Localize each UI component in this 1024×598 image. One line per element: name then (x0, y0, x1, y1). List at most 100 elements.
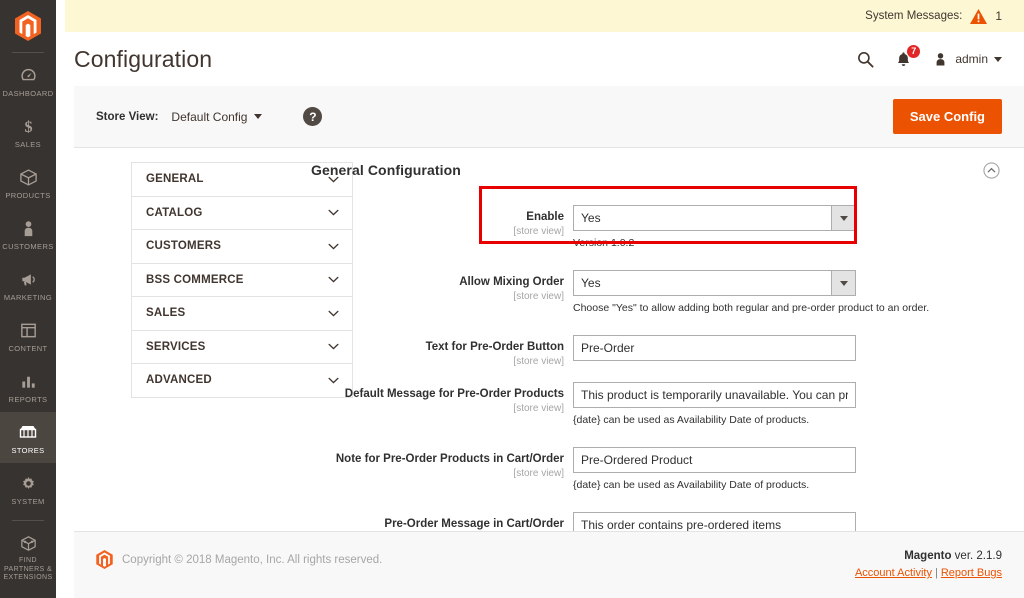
cart-note-hint: {date} can be used as Availability Date … (573, 479, 810, 491)
section-header: General Configuration (311, 162, 1000, 179)
user-menu[interactable]: admin (932, 51, 1002, 68)
field-control-col: Yes Choose "Yes" to allow adding both re… (573, 270, 1000, 315)
field-enable: Enable [store view] Yes Version 1.0.2 (311, 205, 1000, 250)
sidebar-item-find-partners[interactable]: FIND PARTNERS & EXTENSIONS (0, 523, 56, 591)
sidebar-item-customers[interactable]: CUSTOMERS (0, 208, 56, 259)
field-scope: [store view] (513, 356, 564, 367)
save-config-button[interactable]: Save Config (892, 99, 1002, 134)
config-nav-label: BSS COMMERCE (146, 273, 244, 286)
sidebar-item-label: SALES (14, 140, 42, 149)
person-icon (2, 217, 54, 239)
chevron-down-icon (994, 56, 1002, 62)
fields-container: Enable [store view] Yes Version 1.0.2 Al… (311, 186, 1000, 545)
store-view-switcher[interactable]: Default Config (171, 109, 263, 124)
general-configuration-section: General Configuration Enable [store view… (311, 162, 1000, 545)
sidebar-item-marketing[interactable]: MARKETING (0, 259, 56, 310)
chevron-up-circle-icon[interactable] (983, 162, 1000, 179)
field-label: Allow Mixing Order (459, 276, 564, 288)
field-label-col: Enable [store view] (311, 205, 573, 238)
sidebar-item-reports[interactable]: REPORTS (0, 361, 56, 412)
bell-icon[interactable]: 7 (894, 43, 922, 69)
main-area: System Messages: 1 Configuration 7 admin… (56, 0, 1024, 598)
cart-note-input[interactable] (573, 447, 856, 473)
allow-mixing-select-value: Yes (581, 276, 601, 290)
header-actions: 7 admin (856, 43, 1024, 69)
field-default-message: Default Message for Pre-Order Products [… (311, 382, 1000, 427)
allow-mixing-select[interactable]: Yes (573, 270, 856, 296)
field-scope: [store view] (513, 403, 564, 414)
magento-logo-icon (96, 550, 113, 569)
enable-select[interactable]: Yes (573, 205, 856, 231)
config-nav-label: CATALOG (146, 206, 203, 219)
field-label-col: Text for Pre-Order Button [store view] (311, 335, 573, 368)
box-icon (2, 166, 54, 188)
system-messages-bar[interactable]: System Messages: 1 (65, 0, 1024, 32)
report-bugs-link[interactable]: Report Bugs (941, 567, 1002, 579)
footer-copyright: Copyright © 2018 Magento, Inc. All right… (96, 550, 382, 569)
sidebar-item-label: DASHBOARD (2, 89, 54, 98)
layout-icon (2, 319, 54, 341)
field-scope: [store view] (513, 468, 564, 479)
default-message-input[interactable] (573, 382, 856, 408)
sidebar-item-sales[interactable]: $ SALES (0, 106, 56, 157)
config-nav-label: GENERAL (146, 173, 204, 186)
field-label: Text for Pre-Order Button (425, 341, 564, 353)
chevron-down-icon (831, 206, 855, 230)
main-sidebar: DASHBOARD $ SALES PRODUCTS CUSTOMERS MAR… (0, 0, 56, 598)
content-area: GENERAL CATALOG CUSTOMERS BSS COMMERCE S… (74, 148, 1024, 544)
sidebar-item-label: REPORTS (8, 395, 48, 404)
config-nav-label: SALES (146, 307, 186, 320)
question-mark-icon[interactable]: ? (303, 107, 323, 126)
account-activity-link[interactable]: Account Activity (855, 567, 932, 579)
store-view-bar: Store View: Default Config ? Save Config (74, 86, 1024, 148)
store-view-value: Default Config (171, 109, 248, 124)
magento-logo-icon (15, 11, 41, 41)
page-footer: Copyright © 2018 Magento, Inc. All right… (74, 531, 1024, 598)
page-header: Configuration 7 admin (56, 32, 1024, 86)
field-label: Note for Pre-Order Products in Cart/Orde… (335, 453, 564, 465)
notifications-badge: 7 (906, 43, 922, 59)
dashboard-icon (2, 64, 54, 86)
gear-icon (2, 472, 54, 494)
warning-triangle-icon (970, 8, 988, 24)
field-control-col: {date} can be used as Availability Date … (573, 447, 1000, 492)
partners-icon (2, 532, 54, 554)
field-label: Pre-Order Message in Cart/Order (384, 518, 564, 530)
sidebar-item-label: CONTENT (8, 344, 48, 353)
sidebar-item-label: FIND PARTNERS & EXTENSIONS (3, 557, 53, 581)
field-scope: [store view] (513, 291, 564, 302)
store-view-label: Store View: (96, 110, 159, 123)
sidebar-item-stores[interactable]: STORES (0, 412, 56, 463)
chevron-down-icon (254, 114, 263, 119)
enable-version-note: Version 1.0.2 (573, 237, 635, 249)
sidebar-item-system[interactable]: SYSTEM (0, 463, 56, 514)
config-nav-label: CUSTOMERS (146, 240, 222, 253)
footer-version-block: Magento ver. 2.1.9 Account Activity | Repo… (855, 550, 1002, 579)
user-name: admin (955, 52, 988, 66)
field-label-col: Note for Pre-Order Products in Cart/Orde… (311, 447, 573, 480)
sidebar-item-label: STORES (11, 446, 45, 455)
footer-version-text: ver. 2.1.9 (951, 550, 1002, 562)
sidebar-item-dashboard[interactable]: DASHBOARD (0, 55, 56, 106)
system-messages-label: System Messages: (865, 10, 963, 22)
footer-link-separator: | (934, 567, 938, 579)
page-title: Configuration (74, 45, 213, 72)
field-control-col: {date} can be used as Availability Date … (573, 382, 1000, 427)
chevron-down-icon (831, 271, 855, 295)
magento-logo[interactable] (0, 0, 56, 46)
field-control-col (573, 335, 1000, 361)
footer-brand: Magento (904, 550, 952, 562)
copyright-text: Copyright © 2018 Magento, Inc. All right… (122, 553, 383, 566)
preorder-button-text-input[interactable] (573, 335, 856, 361)
sidebar-item-products[interactable]: PRODUCTS (0, 157, 56, 208)
field-cart-note: Note for Pre-Order Products in Cart/Orde… (311, 447, 1000, 492)
search-icon[interactable] (856, 50, 875, 69)
sidebar-divider-bottom (12, 520, 44, 521)
sidebar-item-content[interactable]: CONTENT (0, 310, 56, 361)
sidebar-item-label: PRODUCTS (5, 191, 51, 200)
field-label: Enable (526, 211, 564, 223)
admin-page: DASHBOARD $ SALES PRODUCTS CUSTOMERS MAR… (0, 0, 1024, 598)
